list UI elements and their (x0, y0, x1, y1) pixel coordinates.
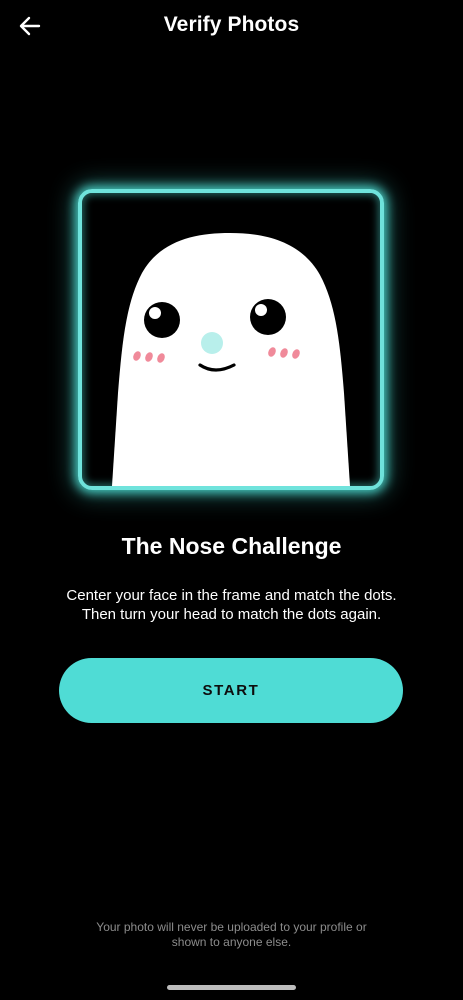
face-frame (78, 189, 384, 490)
start-button-label: START (202, 682, 260, 699)
home-indicator[interactable] (167, 985, 296, 990)
challenge-instructions: Center your face in the frame and match … (30, 586, 433, 624)
start-button[interactable]: START (59, 658, 403, 723)
privacy-note-line: Your photo will never be uploaded to you… (96, 920, 367, 934)
privacy-note-line: shown to anyone else. (171, 935, 292, 949)
header-bar: Verify Photos (0, 0, 463, 52)
challenge-title: The Nose Challenge (121, 533, 342, 559)
instruction-line: Then turn your head to match the dots ag… (81, 606, 382, 623)
instruction-line: Center your face in the frame and match … (66, 587, 397, 604)
privacy-note: Your photo will never be uploaded to you… (40, 920, 423, 950)
page-title: Verify Photos (163, 13, 300, 36)
ghost-face-icon (112, 233, 350, 486)
